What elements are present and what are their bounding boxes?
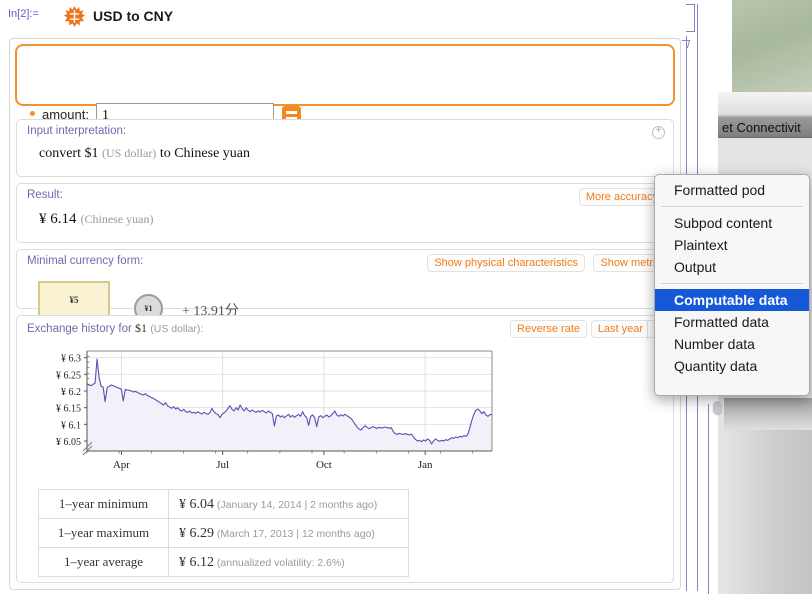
assumption-box bbox=[15, 44, 675, 106]
page-title: USD to CNY bbox=[93, 8, 174, 24]
stat-value: ¥ 6.12 bbox=[179, 554, 214, 570]
menu-separator bbox=[661, 206, 803, 207]
eh-title-c: (US dollar): bbox=[150, 323, 204, 335]
menu-item-computable-data[interactable]: Computable data bbox=[655, 289, 809, 311]
reverse-rate-button[interactable]: Reverse rate bbox=[510, 320, 587, 338]
ii-tail: to Chinese yuan bbox=[159, 146, 251, 161]
chart-ytick-label: ¥ 6.3 bbox=[61, 354, 81, 365]
pod-result: Result: More accuracy ¥ 6.14 (Chinese yu… bbox=[16, 183, 674, 243]
stat-label: 1–year maximum bbox=[38, 518, 169, 548]
result-unit: (Chinese yuan) bbox=[80, 212, 154, 226]
notebook-cell-bracket-outer[interactable] bbox=[708, 404, 709, 594]
chart-ytick-label: ¥ 6.15 bbox=[56, 404, 81, 415]
chart-ytick-label: ¥ 6.2 bbox=[61, 387, 81, 398]
stat-label: 1–year average bbox=[38, 547, 169, 577]
screen: et Connectivit an access the ttings In[2… bbox=[0, 0, 812, 594]
menu-item-quantity-data[interactable]: Quantity data bbox=[655, 355, 809, 377]
chart-ytick-label: ¥ 6.25 bbox=[56, 370, 81, 381]
chart-xtick-label: Jan bbox=[418, 459, 433, 471]
stat-value-cell: ¥ 6.04 (January 14, 2014 | 2 months ago) bbox=[168, 489, 409, 519]
notebook-cell-bracket-input[interactable] bbox=[686, 4, 695, 32]
desktop-background bbox=[732, 0, 812, 92]
menu-item-formatted-pod[interactable]: Formatted pod bbox=[655, 179, 809, 201]
window-scroll-thumb[interactable] bbox=[713, 401, 722, 414]
ii-main: convert $1 bbox=[39, 146, 99, 161]
wolfram-spikey-icon bbox=[64, 6, 85, 27]
show-physical-characteristics-button[interactable]: Show physical characteristics bbox=[427, 254, 585, 272]
eh-title-a: Exchange history for bbox=[27, 323, 132, 335]
background-window-title: et Connectivit bbox=[718, 116, 812, 138]
result-text: ¥ 6.14 (Chinese yuan) bbox=[39, 210, 153, 228]
table-row: 1–year maximum ¥ 6.29 (March 17, 2013 | 1… bbox=[38, 518, 409, 548]
menu-separator bbox=[661, 283, 803, 284]
pod-title-result: Result: bbox=[27, 189, 63, 201]
coin-label: ¥1 bbox=[144, 304, 153, 313]
time-range-value: Last year bbox=[597, 323, 644, 335]
menu-item-formatted-data[interactable]: Formatted data bbox=[655, 311, 809, 333]
eh-title-b: $1 bbox=[135, 321, 148, 335]
menu-item-number-data[interactable]: Number data bbox=[655, 333, 809, 355]
notebook-output-tick bbox=[679, 40, 691, 48]
stat-value-cell: ¥ 6.12 (annualized volatility: 2.6%) bbox=[168, 547, 409, 577]
context-menu[interactable]: Formatted pod Subpod content Plaintext Outp… bbox=[654, 174, 810, 396]
table-row: 1–year minimum ¥ 6.04 (January 14, 2014 |… bbox=[38, 489, 409, 519]
pod-minimal-currency-form: Minimal currency form: Show physical cha… bbox=[16, 249, 674, 309]
chart-xtick-label: Apr bbox=[113, 459, 130, 471]
assumption-bullet-icon bbox=[30, 111, 35, 116]
chart-xtick-label: Oct bbox=[316, 459, 332, 471]
chart-xtick-label: Jul bbox=[216, 459, 229, 471]
input-interpretation-text: convert $1 (US dollar) to Chinese yuan bbox=[39, 146, 250, 162]
chart-ytick-label: ¥ 6.1 bbox=[61, 420, 81, 431]
menu-item-output[interactable]: Output bbox=[655, 256, 809, 278]
banknote-label: ¥5 bbox=[69, 295, 79, 305]
chart-ytick-label: ¥ 6.05 bbox=[56, 437, 81, 448]
exchange-summary-table: 1–year minimum ¥ 6.04 (January 14, 2014 |… bbox=[38, 489, 409, 577]
menu-item-plaintext[interactable]: Plaintext bbox=[655, 234, 809, 256]
stat-note: (annualized volatility: 2.6%) bbox=[214, 556, 345, 569]
pod-info-icon[interactable] bbox=[652, 126, 665, 139]
stat-label: 1–year minimum bbox=[38, 489, 169, 519]
exchange-history-chart: ¥ 6.3 ¥ 6.25 ¥ 6.2 ¥ 6.15 ¥ 6.1 ¥ 6.05 Apr Jul O… bbox=[30, 343, 500, 483]
stat-note: (January 14, 2014 | 2 months ago) bbox=[214, 498, 378, 511]
wolframalpha-result-panel: amount: Input interpretation: convert $1… bbox=[9, 38, 681, 590]
input-cell-label: In[2]:= bbox=[8, 8, 39, 20]
stat-value: ¥ 6.29 bbox=[179, 525, 214, 541]
pod-title-input-interpretation: Input interpretation: bbox=[27, 125, 127, 137]
pod-title-exchange-history: Exchange history for $1 (US dollar): bbox=[27, 321, 203, 336]
pod-input-interpretation: Input interpretation: convert $1 (US dol… bbox=[16, 119, 674, 177]
more-accuracy-button[interactable]: More accuracy bbox=[578, 188, 665, 206]
pod-title-minimal-currency: Minimal currency form: bbox=[27, 255, 144, 267]
ii-note: (US dollar) bbox=[101, 146, 157, 160]
stat-note: (March 17, 2013 | 12 months ago) bbox=[214, 527, 375, 540]
stat-value: ¥ 6.04 bbox=[179, 496, 214, 512]
banknote-5-yuan-icon: ¥5 bbox=[38, 281, 110, 318]
stat-value-cell: ¥ 6.29 (March 17, 2013 | 12 months ago) bbox=[168, 518, 409, 548]
menu-item-subpod-content[interactable]: Subpod content bbox=[655, 212, 809, 234]
table-row: 1–year average ¥ 6.12 (annualized volatil… bbox=[38, 547, 409, 577]
result-value: ¥ 6.14 bbox=[39, 211, 77, 227]
background-window-toolbar bbox=[718, 92, 812, 116]
